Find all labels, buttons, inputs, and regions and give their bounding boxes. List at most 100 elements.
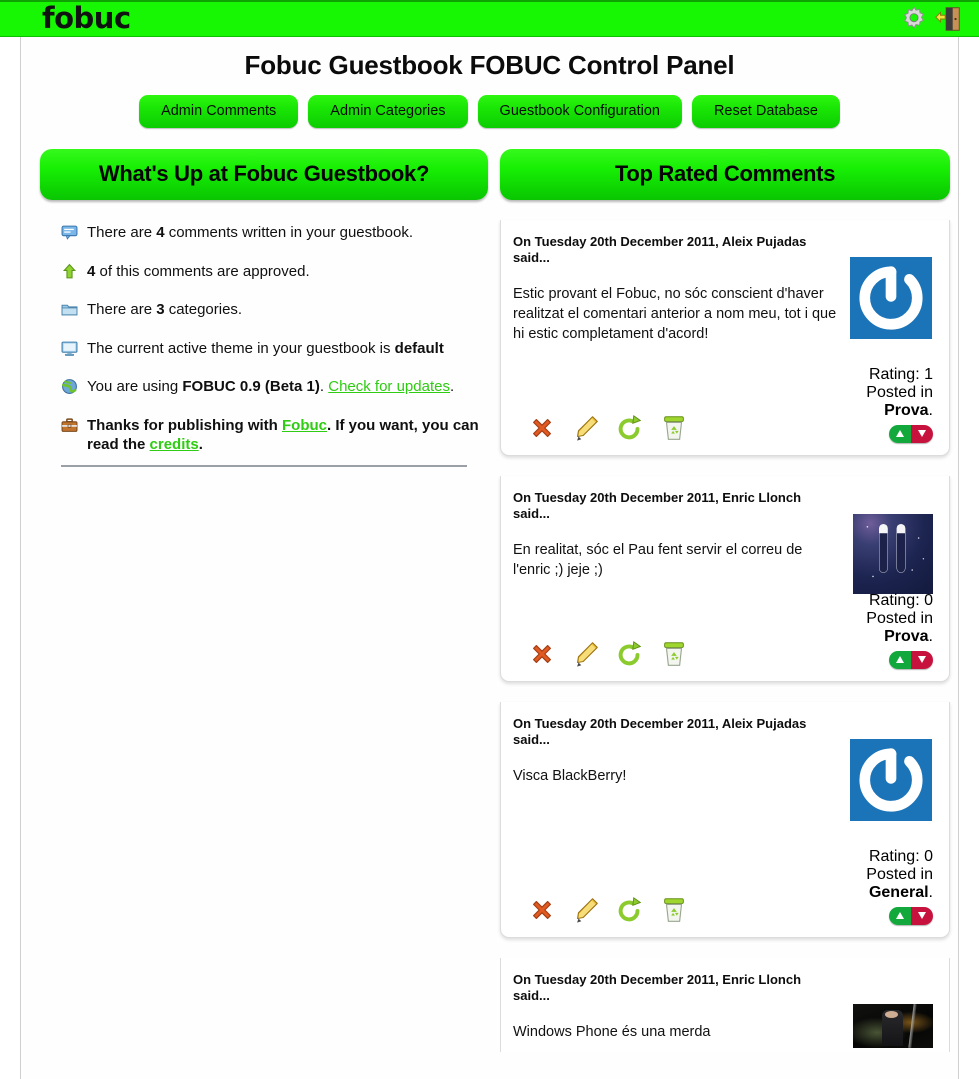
left-panel-divider bbox=[61, 464, 467, 467]
content-columns: What's Up at Fobuc Guestbook? There are … bbox=[21, 149, 958, 1052]
fobuc-link[interactable]: Fobuc bbox=[282, 417, 327, 434]
avatar bbox=[850, 257, 932, 339]
list-item: 4 of this comments are approved. bbox=[61, 262, 488, 282]
comment-card: On Tuesday 20th December 2011, Aleix Puj… bbox=[500, 702, 950, 938]
vote-down-button[interactable] bbox=[911, 906, 933, 925]
active-theme-name: default bbox=[394, 339, 444, 357]
comment-actions bbox=[513, 639, 689, 669]
unapprove-cross-icon[interactable] bbox=[527, 413, 557, 443]
comment-body: En realitat, sóc el Pau fent servir el c… bbox=[513, 541, 803, 578]
comment-header: On Tuesday 20th December 2011, Aleix Puj… bbox=[513, 234, 807, 266]
posted-in-line: Posted in bbox=[866, 384, 933, 402]
nav-admin-categories-button[interactable]: Admin Categories bbox=[308, 95, 468, 128]
main-nav: Admin Comments Admin Categories Guestboo… bbox=[21, 95, 958, 128]
vote-up-button[interactable] bbox=[889, 650, 911, 669]
vote-up-button[interactable] bbox=[889, 906, 911, 925]
check-for-updates-link[interactable]: Check for updates bbox=[328, 378, 450, 395]
whats-up-heading: What's Up at Fobuc Guestbook? bbox=[40, 149, 488, 200]
edit-pencil-icon[interactable] bbox=[571, 895, 601, 925]
vote-control[interactable] bbox=[889, 906, 933, 925]
delete-recycle-bin-icon[interactable] bbox=[659, 413, 689, 443]
unapprove-cross-icon[interactable] bbox=[527, 895, 557, 925]
comment-actions bbox=[513, 413, 689, 443]
list-item-pre: There are bbox=[87, 301, 157, 318]
list-item-post: categories. bbox=[164, 301, 243, 318]
comment-card: On Tuesday 20th December 2011, Aleix Puj… bbox=[500, 220, 950, 456]
category-name: General bbox=[868, 883, 929, 901]
comment-meta: Rating: 1 Posted in Prova. bbox=[866, 366, 933, 444]
page-title: Fobuc Guestbook FOBUC Control Panel bbox=[244, 50, 735, 80]
comment-bubble-icon bbox=[61, 224, 78, 241]
comment-body: Windows Phone és una merda bbox=[513, 1023, 711, 1040]
comment-meta: Rating: 0 Posted in Prova. bbox=[866, 592, 933, 670]
top-bar: fobuc bbox=[0, 0, 979, 37]
comment-header: On Tuesday 20th December 2011, Enric Llo… bbox=[513, 490, 802, 522]
comment-footer: Rating: 0 Posted in Prova. bbox=[513, 592, 933, 670]
rating-label: Rating: bbox=[868, 591, 920, 609]
posted-label: Posted in bbox=[866, 383, 933, 401]
list-item-pre: The current active theme in your guestbo… bbox=[87, 339, 395, 357]
rating-line: Rating: 0 bbox=[866, 592, 933, 610]
nav-reset-database-button[interactable]: Reset Database bbox=[691, 95, 840, 128]
posted-label: Posted in bbox=[866, 865, 933, 883]
posted-in-line: Posted in bbox=[866, 610, 933, 628]
comment-footer: Rating: 0 Posted in General. bbox=[513, 848, 933, 926]
restore-arrow-icon[interactable] bbox=[615, 413, 645, 443]
unapprove-cross-icon[interactable] bbox=[527, 639, 557, 669]
comment-card: On Tuesday 20th December 2011, Enric Llo… bbox=[500, 476, 950, 682]
comments-count: 4 bbox=[156, 224, 165, 241]
vote-down-button[interactable] bbox=[911, 650, 933, 669]
restore-arrow-icon[interactable] bbox=[615, 895, 645, 925]
list-item: There are 4 comments written in your gue… bbox=[61, 223, 488, 243]
list-item-post: comments written in your guestbook. bbox=[164, 224, 413, 241]
comment-body: Estic provant el Fobuc, no sóc conscient… bbox=[513, 285, 837, 342]
category-name: Prova bbox=[884, 401, 929, 419]
settings-gear-icon[interactable] bbox=[899, 4, 929, 34]
whats-up-list: There are 4 comments written in your gue… bbox=[40, 223, 488, 455]
page-container: Fobuc Guestbook FOBUC Control Panel Admi… bbox=[20, 37, 959, 1079]
list-item: You are using FOBUC 0.9 (Beta 1). Check … bbox=[61, 377, 488, 397]
vote-control[interactable] bbox=[889, 424, 933, 443]
category-name: Prova bbox=[884, 627, 929, 645]
whats-up-panel: What's Up at Fobuc Guestbook? There are … bbox=[40, 149, 488, 467]
nav-guestbook-configuration-button[interactable]: Guestbook Configuration bbox=[477, 95, 682, 128]
posted-label: Posted in bbox=[866, 609, 933, 627]
rating-label: Rating: bbox=[868, 365, 920, 383]
list-item-post: . bbox=[319, 378, 329, 395]
rating-value: 0 bbox=[924, 591, 933, 609]
vote-control[interactable] bbox=[889, 650, 933, 669]
top-rated-comments-panel: Top Rated Comments On Tuesday 20th Decem… bbox=[500, 149, 950, 1052]
delete-recycle-bin-icon[interactable] bbox=[659, 895, 689, 925]
list-item: There are 3 categories. bbox=[61, 300, 488, 320]
comment-footer: Rating: 1 Posted in Prova. bbox=[513, 366, 933, 444]
logo-text: fobuc bbox=[42, 0, 131, 35]
rating-line: Rating: 0 bbox=[866, 848, 933, 866]
comment-header: On Tuesday 20th December 2011, Aleix Puj… bbox=[513, 716, 807, 748]
topbar-icon-group bbox=[899, 4, 963, 34]
fobuc-logo[interactable]: fobuc bbox=[42, 0, 131, 35]
logout-door-icon[interactable] bbox=[933, 4, 963, 34]
posted-in-line: Posted in bbox=[866, 866, 933, 884]
credits-link[interactable]: credits bbox=[150, 436, 199, 453]
avatar bbox=[853, 1004, 933, 1048]
restore-arrow-icon[interactable] bbox=[615, 639, 645, 669]
edit-pencil-icon[interactable] bbox=[571, 639, 601, 669]
list-item-pre: There are bbox=[87, 224, 157, 241]
avatar bbox=[853, 514, 933, 594]
comment-card: On Tuesday 20th December 2011, Enric Llo… bbox=[500, 958, 950, 1052]
rating-line: Rating: 1 bbox=[866, 366, 933, 384]
comment-header: On Tuesday 20th December 2011, Enric Llo… bbox=[513, 972, 802, 1004]
comment-body: Visca BlackBerry! bbox=[513, 767, 627, 784]
vote-up-button[interactable] bbox=[889, 424, 911, 443]
list-item-tail: . bbox=[198, 436, 203, 453]
rating-value: 1 bbox=[924, 365, 933, 383]
nav-admin-comments-button[interactable]: Admin Comments bbox=[139, 95, 299, 128]
vote-down-button[interactable] bbox=[911, 424, 933, 443]
list-item-pre: You are using bbox=[87, 378, 183, 395]
comment-meta: Rating: 0 Posted in General. bbox=[866, 848, 933, 926]
list-item-post: of this comments are approved. bbox=[95, 262, 310, 280]
edit-pencil-icon[interactable] bbox=[571, 413, 601, 443]
delete-recycle-bin-icon[interactable] bbox=[659, 639, 689, 669]
rating-value: 0 bbox=[924, 847, 933, 865]
fobuc-version: FOBUC 0.9 (Beta 1) bbox=[182, 378, 320, 395]
